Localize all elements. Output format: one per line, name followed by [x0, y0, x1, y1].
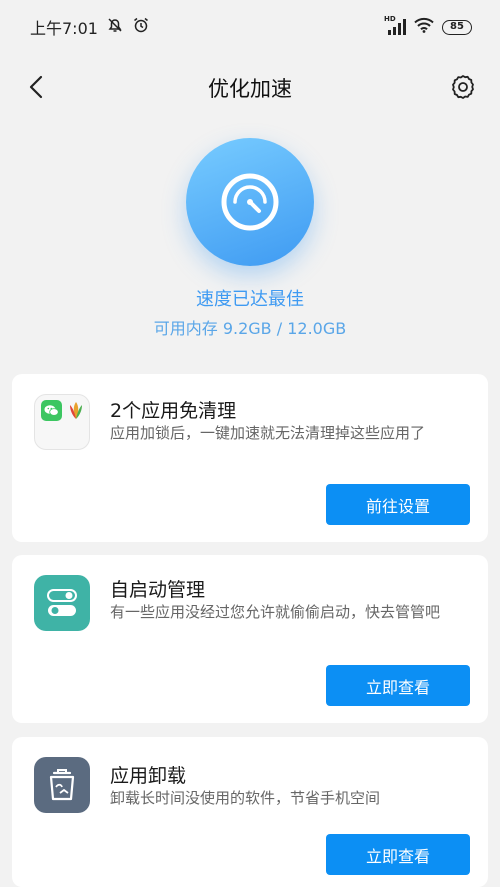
- card-description: 应用加锁后，一键加速就无法清理掉这些应用了: [110, 424, 426, 442]
- card-autostart: 自启动管理 有一些应用没经过您允许就偷偷启动，快去管管吧 立即查看: [12, 555, 488, 723]
- memory-usage-text: 可用内存 9.2GB / 12.0GB: [153, 319, 347, 338]
- trash-icon: [34, 757, 90, 813]
- card-description: 卸载长时间没使用的软件，节省手机空间: [110, 789, 381, 807]
- status-bar: 上午7:01 HD 85: [0, 0, 500, 54]
- view-now-button[interactable]: 立即查看: [326, 834, 470, 875]
- chevron-left-icon: [29, 75, 43, 99]
- card-title: 应用卸载: [110, 765, 187, 787]
- view-now-button[interactable]: 立即查看: [326, 665, 470, 706]
- status-time: 上午7:01: [30, 19, 98, 38]
- speed-status-circle: [186, 138, 314, 266]
- card-title: 2个应用免清理: [110, 400, 237, 422]
- locked-apps-icon: [34, 394, 90, 450]
- speedometer-icon: [221, 173, 279, 231]
- card-locked-apps: 2个应用免清理 应用加锁后，一键加速就无法清理掉这些应用了 前往设置: [12, 374, 488, 542]
- settings-button[interactable]: [448, 72, 478, 102]
- back-button[interactable]: [22, 72, 52, 102]
- card-title: 自启动管理: [110, 579, 206, 601]
- status-left: 上午7:01: [30, 15, 150, 39]
- card-description: 有一些应用没经过您允许就偷偷启动，快去管管吧: [110, 603, 441, 621]
- page-title: 优化加速: [208, 77, 292, 101]
- battery-indicator: 85: [442, 19, 472, 35]
- wifi-icon: [414, 17, 434, 37]
- toggle-switch-icon: [34, 575, 90, 631]
- wechat-icon: [41, 400, 62, 421]
- alarm-icon: [132, 16, 150, 38]
- mute-icon: [106, 16, 124, 38]
- status-right: HD 85: [384, 15, 472, 37]
- speed-status-text: 速度已达最佳: [196, 289, 304, 310]
- go-to-settings-button[interactable]: 前往设置: [326, 484, 470, 525]
- card-uninstall: 应用卸载 卸载长时间没使用的软件，节省手机空间 立即查看: [12, 737, 488, 887]
- app-icon: [66, 400, 86, 421]
- page-header: 优化加速: [0, 60, 500, 116]
- signal-icon: HD: [384, 15, 406, 36]
- gear-icon: [452, 75, 474, 99]
